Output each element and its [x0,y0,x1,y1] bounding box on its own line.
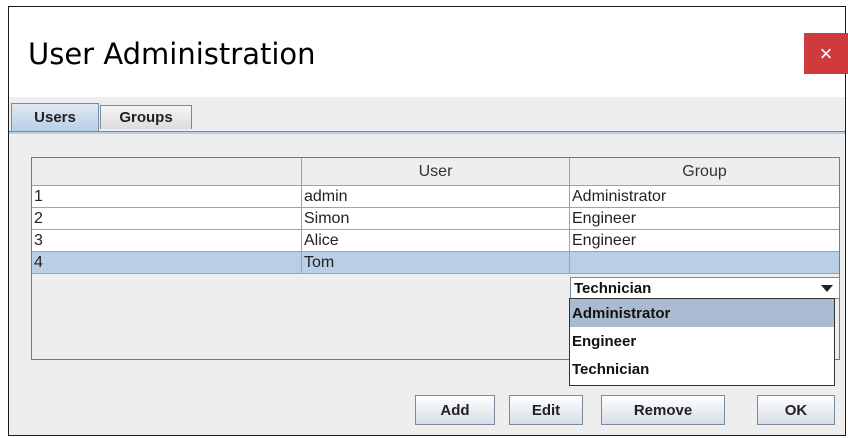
edit-button[interactable]: Edit [509,395,583,425]
tab-users[interactable]: Users [11,103,99,131]
close-icon: × [819,40,833,66]
option-administrator[interactable]: Administrator [570,299,834,327]
row-index[interactable]: 3 [31,229,302,252]
user-administration-window: User Administration × Users Groups User … [8,6,848,436]
add-button[interactable]: Add [415,395,495,425]
table-header: User Group [31,157,840,186]
row-group[interactable]: Administrator [569,185,840,208]
column-header-index[interactable] [31,157,302,186]
tab-divider [9,131,845,134]
row-group[interactable]: Engineer [569,229,840,252]
table-row[interactable]: 3 Alice Engineer [31,229,840,252]
remove-button[interactable]: Remove [601,395,725,425]
group-combo-box[interactable]: Technician [570,277,840,299]
row-user[interactable]: Tom [301,251,570,274]
row-user[interactable]: Alice [301,229,570,252]
option-technician[interactable]: Technician [570,355,834,383]
option-engineer[interactable]: Engineer [570,327,834,355]
column-header-group[interactable]: Group [569,157,840,186]
row-index[interactable]: 4 [31,251,302,274]
row-index[interactable]: 1 [31,185,302,208]
title-bar: User Administration × [9,7,848,97]
tab-bar: Users Groups [9,103,845,133]
column-header-user[interactable]: User [301,157,570,186]
row-user[interactable]: admin [301,185,570,208]
table-row[interactable]: 1 admin Administrator [31,185,840,208]
combo-selected-value: Technician [574,279,652,297]
ok-button[interactable]: OK [757,395,835,425]
table-row[interactable]: 2 Simon Engineer [31,207,840,230]
row-index[interactable]: 2 [31,207,302,230]
group-dropdown-list: Administrator Engineer Technician [569,298,835,386]
tab-groups[interactable]: Groups [100,105,192,129]
table-row-selected[interactable]: 4 Tom [31,251,840,274]
row-group[interactable] [569,251,840,274]
users-table: User Group 1 admin Administrator 2 Simon… [31,157,840,274]
chevron-down-icon[interactable] [821,285,833,292]
row-user[interactable]: Simon [301,207,570,230]
window-title: User Administration [28,37,316,71]
row-group[interactable]: Engineer [569,207,840,230]
close-button[interactable]: × [804,33,848,74]
